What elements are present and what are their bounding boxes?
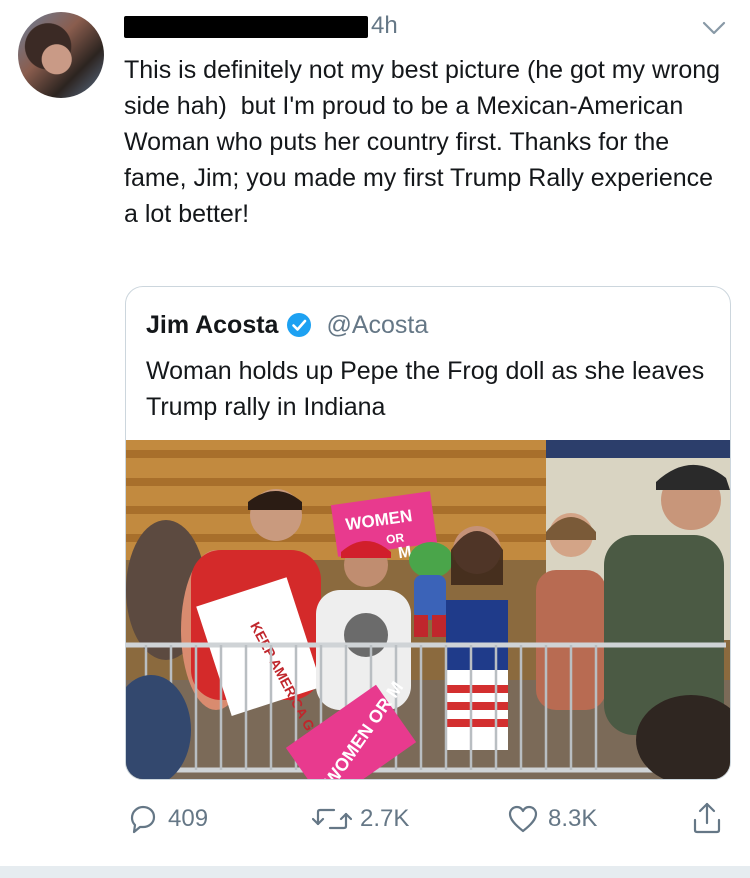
reply-count: 409 <box>168 805 209 832</box>
chevron-down-icon[interactable] <box>700 18 728 38</box>
verified-badge-icon <box>287 313 312 337</box>
retweet-count: 2.7K <box>360 805 410 832</box>
retweet-button[interactable]: 2.7K <box>312 802 409 836</box>
quoted-tweet-header: Jim Acosta @Acosta <box>146 309 428 341</box>
heart-icon <box>508 805 538 833</box>
quoted-tweet-text: Woman holds up Pepe the Frog doll as she… <box>146 357 705 421</box>
footer-divider <box>0 866 750 878</box>
share-icon <box>693 802 721 834</box>
share-button[interactable] <box>690 800 724 836</box>
rally-photo[interactable]: KEEP AMERICA GREAT WOMEN OR M WOMEN OR M <box>126 440 730 779</box>
author-name-redacted <box>124 16 368 38</box>
quoted-author-handle[interactable]: @Acosta <box>326 311 428 340</box>
reply-icon <box>130 805 156 834</box>
tweet-action-bar: 409 2.7K 8.3K <box>0 800 750 840</box>
like-button[interactable]: 8.3K <box>506 802 597 836</box>
quoted-author-name[interactable]: Jim Acosta <box>146 311 278 340</box>
reply-button[interactable]: 409 <box>126 802 208 836</box>
quoted-tweet-card[interactable]: Jim Acosta @Acosta Woman holds up Pepe t… <box>125 286 731 780</box>
tweet-text: This is definitely not my best picture (… <box>124 56 728 228</box>
tweet-timestamp[interactable]: 4h <box>371 12 398 40</box>
author-avatar[interactable] <box>18 12 104 98</box>
rally-photo-image: KEEP AMERICA GREAT WOMEN OR M WOMEN OR M <box>126 440 730 779</box>
retweet-icon <box>312 808 352 830</box>
like-count: 8.3K <box>548 805 598 832</box>
